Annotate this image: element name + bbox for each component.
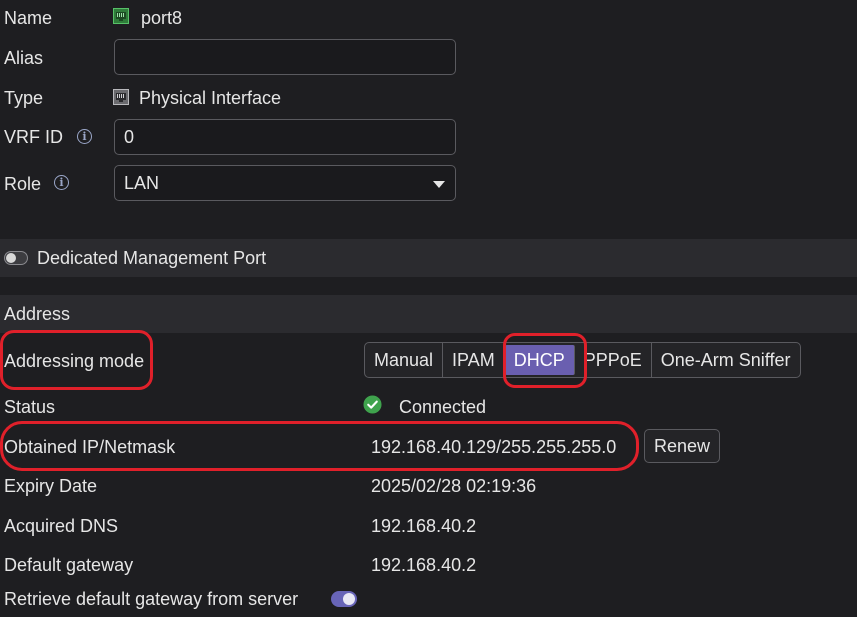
expiry-date-label: Expiry Date (4, 476, 98, 496)
status-label: Status (4, 397, 56, 417)
role-select-value: LAN (124, 173, 160, 193)
name-label: Name (4, 8, 53, 28)
mode-one-arm-sniffer-button[interactable]: One-Arm Sniffer (652, 343, 800, 377)
type-value: Physical Interface (139, 88, 282, 108)
port-name: port8 (141, 8, 183, 28)
expiry-date-value: 2025/02/28 02:19:36 (371, 476, 537, 496)
mode-manual-button[interactable]: Manual (365, 343, 444, 377)
renew-button[interactable]: Renew (644, 429, 721, 463)
default-gateway-label: Default gateway (4, 555, 134, 575)
mode-pppoe-button[interactable]: PPPoE (575, 343, 652, 377)
alias-input[interactable] (114, 39, 456, 75)
check-circle-icon (363, 395, 382, 419)
physical-interface-icon (113, 89, 129, 110)
address-section-title: Address (4, 304, 71, 324)
role-label: Role (4, 174, 42, 194)
mode-dhcp-button[interactable]: DHCP (504, 345, 575, 375)
obtained-ip-value: 192.168.40.129/255.255.255.0 (371, 437, 617, 457)
role-select[interactable]: LAN (114, 165, 456, 201)
addressing-mode-selector: Manual IPAM DHCP PPPoE One-Arm Sniffer (364, 342, 801, 378)
alias-label: Alias (4, 48, 44, 68)
addressing-mode-label: Addressing mode (4, 351, 145, 371)
vrf-input[interactable]: 0 (114, 119, 456, 155)
role-info-icon[interactable]: i (54, 175, 69, 190)
dedicated-management-label: Dedicated Management Port (37, 248, 267, 268)
type-label: Type (4, 88, 44, 108)
vrf-info-icon[interactable]: i (77, 129, 92, 144)
default-gateway-value: 192.168.40.2 (371, 555, 477, 575)
dedicated-management-section: Dedicated Management Port (0, 239, 857, 277)
retrieve-gateway-toggle[interactable] (331, 591, 357, 607)
port-icon (113, 8, 129, 29)
dedicated-management-toggle[interactable] (4, 251, 28, 265)
mode-ipam-button[interactable]: IPAM (443, 343, 505, 377)
address-section-header: Address (0, 295, 857, 333)
acquired-dns-label: Acquired DNS (4, 516, 119, 536)
chevron-down-icon (433, 181, 445, 188)
vrf-label: VRF ID (4, 127, 64, 147)
retrieve-gateway-label: Retrieve default gateway from server (4, 589, 299, 609)
status-value: Connected (399, 397, 487, 417)
acquired-dns-value: 192.168.40.2 (371, 516, 477, 536)
obtained-ip-label: Obtained IP/Netmask (4, 437, 176, 457)
